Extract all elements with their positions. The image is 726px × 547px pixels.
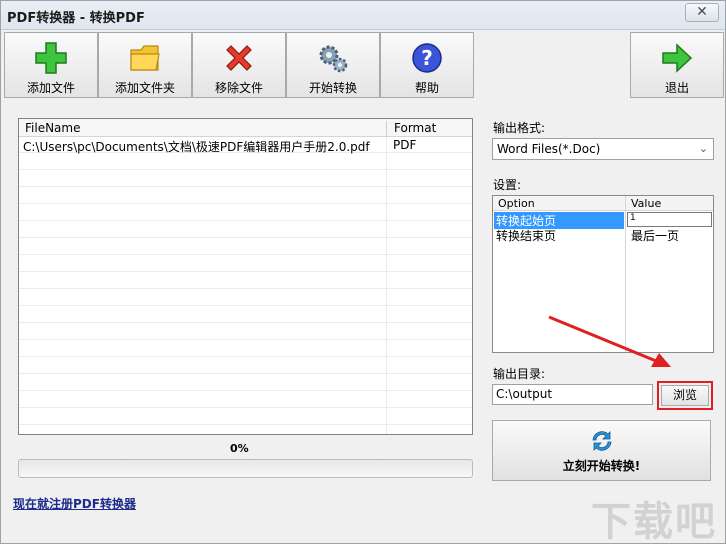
exit-label: 退出 — [664, 81, 689, 95]
register-link[interactable]: 现在就注册PDF转换器 — [13, 495, 136, 512]
progress-percent: 0% — [230, 442, 249, 455]
empty-row — [19, 188, 472, 204]
remove-file-button[interactable]: 移除文件 — [192, 32, 286, 98]
empty-row — [19, 375, 472, 391]
window-title: PDF转换器 - 转换PDF — [7, 11, 145, 26]
column-option: Option — [498, 197, 535, 210]
start-convert-label: 开始转换 — [308, 81, 357, 95]
plus-icon — [35, 42, 67, 74]
progress-bar — [18, 459, 473, 478]
empty-row — [19, 205, 472, 221]
arrow-right-icon — [662, 43, 693, 73]
output-format-value: Word Files(*.Doc) — [497, 142, 601, 156]
help-button[interactable]: ? 帮助 — [380, 32, 474, 98]
help-label: 帮助 — [414, 81, 439, 95]
settings-label: 设置: — [493, 178, 522, 192]
annotation-arrow-icon — [548, 315, 671, 367]
settings-row-start-page[interactable]: 转换起始页 1 — [493, 212, 713, 229]
start-now-button[interactable]: 立刻开始转换! — [492, 420, 711, 481]
add-file-label: 添加文件 — [26, 81, 75, 95]
help-icon: ? — [412, 43, 442, 73]
output-dir-label: 输出目录: — [493, 367, 546, 381]
empty-row — [19, 256, 472, 272]
empty-row — [19, 324, 472, 340]
empty-row — [19, 409, 472, 425]
output-dir-input[interactable]: C:\output — [492, 384, 653, 405]
empty-row — [19, 341, 472, 357]
start-page-input[interactable]: 1 — [627, 212, 712, 227]
watermark: 下载吧 — [591, 499, 717, 545]
output-format-label: 输出格式: — [493, 121, 546, 135]
add-file-button[interactable]: 添加文件 — [4, 32, 98, 98]
file-name-cell: C:\Users\pc\Documents\文档\极速PDF编辑器用户手册2.0… — [23, 140, 370, 154]
end-page-option: 转换结束页 — [496, 229, 557, 243]
empty-row — [19, 358, 472, 374]
browse-highlight-box: 浏览 — [657, 381, 713, 410]
close-button[interactable]: ✕ — [685, 3, 719, 22]
refresh-convert-icon — [592, 431, 611, 451]
settings-row-end-page[interactable]: 转换结束页 最后一页 — [493, 227, 713, 243]
empty-row — [19, 239, 472, 255]
file-list-header: FileName Format — [19, 119, 472, 139]
add-folder-label: 添加文件夹 — [114, 81, 175, 95]
chevron-down-icon: ⌄ — [698, 142, 708, 155]
settings-header: Option Value — [493, 196, 713, 211]
empty-row — [19, 171, 472, 187]
empty-row — [19, 307, 472, 323]
output-format-select[interactable]: Word Files(*.Doc) ⌄ — [492, 138, 714, 160]
folder-icon — [130, 45, 160, 71]
empty-row — [19, 273, 472, 289]
start-convert-button[interactable]: 开始转换 — [286, 32, 380, 98]
start-now-label: 立刻开始转换! — [562, 459, 641, 473]
file-list[interactable]: FileName Format C:\Users\pc\Documents\文档… — [18, 118, 473, 435]
column-filename[interactable]: FileName — [25, 121, 80, 135]
column-format[interactable]: Format — [394, 121, 436, 135]
delete-x-icon — [226, 45, 252, 71]
svg-text:?: ? — [421, 46, 433, 70]
end-page-value: 最后一页 — [631, 229, 680, 243]
title-bar: PDF转换器 - 转换PDF ✕ — [1, 1, 725, 30]
table-row[interactable]: C:\Users\pc\Documents\文档\极速PDF编辑器用户手册2.0… — [19, 137, 472, 154]
empty-row — [19, 392, 472, 408]
empty-row — [19, 222, 472, 238]
empty-row — [19, 154, 472, 170]
exit-button[interactable]: 退出 — [630, 32, 724, 98]
add-folder-button[interactable]: 添加文件夹 — [98, 32, 192, 98]
file-format-cell: PDF — [393, 138, 417, 152]
remove-file-label: 移除文件 — [214, 81, 263, 95]
column-value: Value — [631, 197, 662, 210]
browse-button[interactable]: 浏览 — [661, 385, 709, 406]
gears-icon — [319, 45, 348, 73]
empty-row — [19, 290, 472, 306]
app-window: PDF转换器 - 转换PDF ✕ 添加文件 添加文件夹 移除文件 开始转换 ? … — [0, 0, 726, 545]
